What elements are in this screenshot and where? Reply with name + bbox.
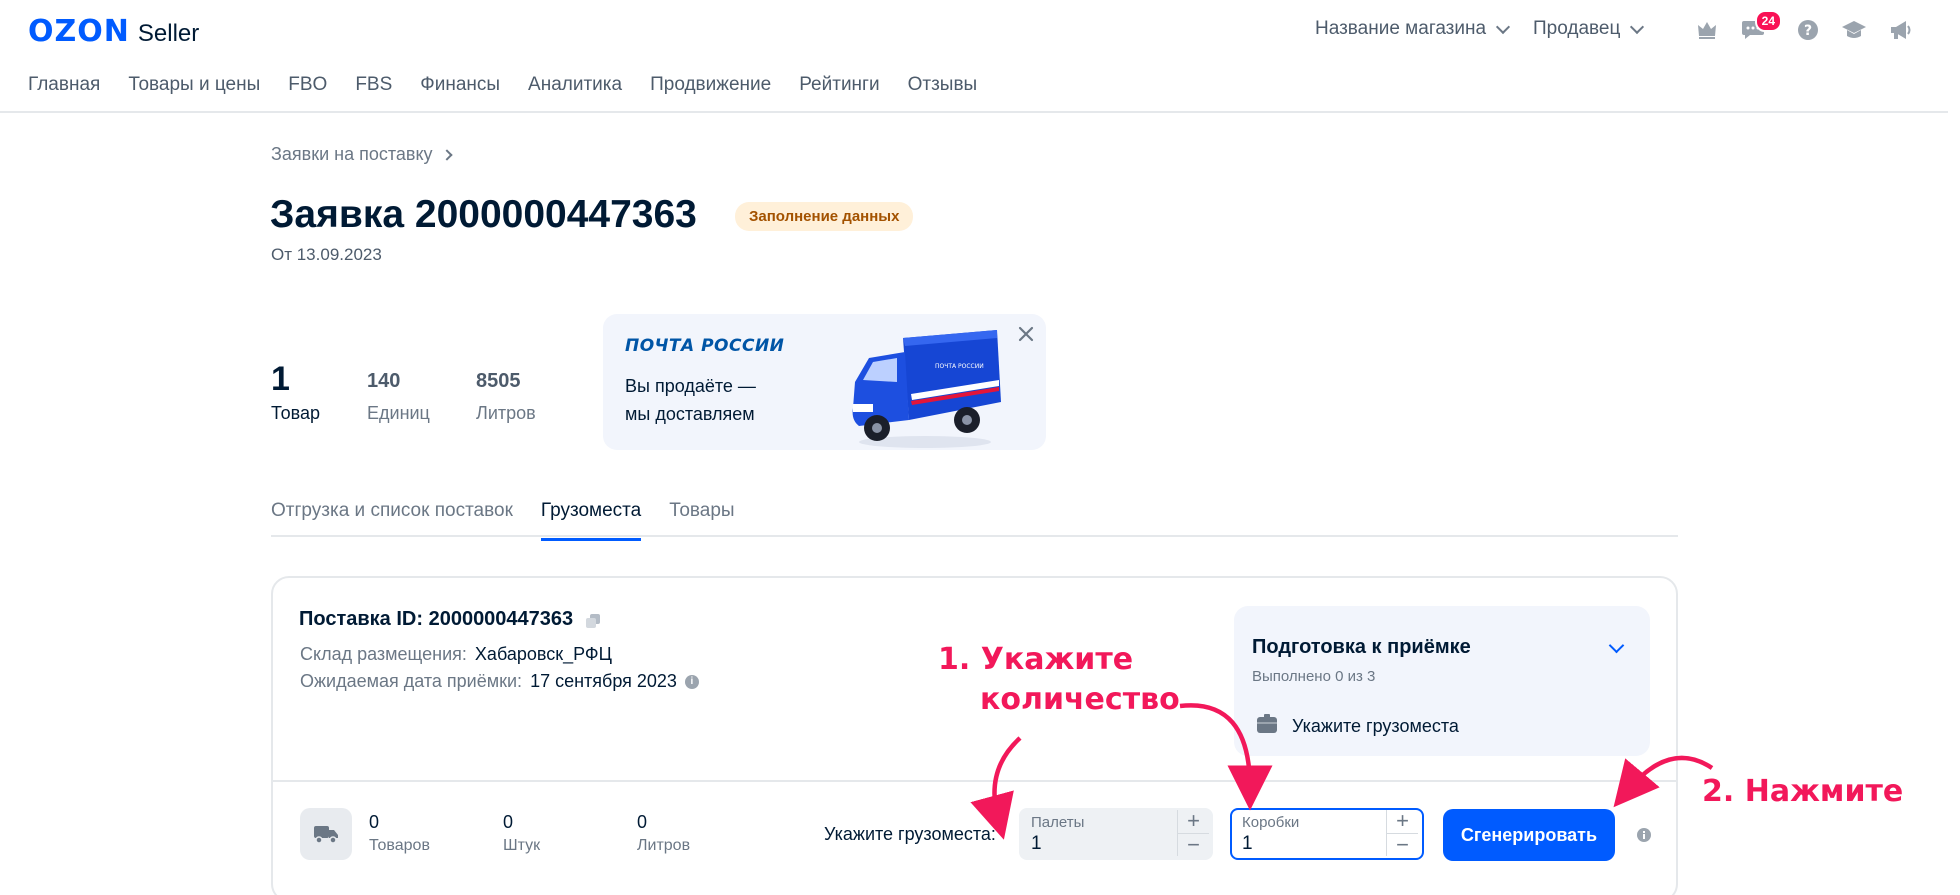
pallets-input[interactable]: 1 xyxy=(1031,833,1042,855)
ozon-seller-logo[interactable]: OZON Seller xyxy=(28,14,199,49)
crown-icon[interactable] xyxy=(1694,17,1720,43)
supply-id-text: Поставка ID: 2000000447363 xyxy=(299,608,574,630)
nav-item-finance[interactable]: Финансы xyxy=(420,74,500,96)
nav-item-fbo[interactable]: FBO xyxy=(288,74,327,96)
truck-icon xyxy=(300,808,352,860)
preparation-step-label: Укажите грузоместа xyxy=(1292,716,1459,736)
promo-line: Вы продаёте — xyxy=(625,376,756,396)
truck-label: ПОЧТА РОССИИ xyxy=(935,363,984,370)
tabs-divider xyxy=(271,535,1678,537)
nav-divider xyxy=(0,111,1948,113)
info-icon[interactable] xyxy=(1636,827,1652,848)
boxes-controls: + − xyxy=(1386,810,1418,856)
boxes-stepper[interactable]: Коробки 1 + − xyxy=(1230,808,1424,860)
pallets-stepper[interactable]: Палеты 1 + − xyxy=(1019,808,1213,860)
count-liters: 0 Литров xyxy=(637,812,690,855)
pallets-controls: + − xyxy=(1177,810,1209,856)
annotation-step1: количество xyxy=(980,682,1180,717)
page-title: Заявка 2000000447363 xyxy=(270,193,697,236)
chevron-right-icon xyxy=(440,148,453,161)
stat-label: Единиц xyxy=(367,403,430,423)
nav-item-promotion[interactable]: Продвижение xyxy=(650,74,771,96)
supply-id: Поставка ID: 2000000447363 xyxy=(299,608,601,631)
generate-button[interactable]: Сгенерировать xyxy=(1443,809,1615,861)
megaphone-icon[interactable] xyxy=(1888,17,1914,43)
annotation-step2: 2. Нажмите xyxy=(1702,774,1904,809)
messages-badge: 24 xyxy=(1754,10,1782,32)
acceptance-date-line: Ожидаемая дата приёмки: 17 сентября 2023… xyxy=(300,671,699,692)
chevron-down-icon[interactable] xyxy=(1608,637,1625,654)
count-value: 0 xyxy=(369,812,380,832)
boxes-label: Коробки xyxy=(1242,814,1300,831)
help-icon[interactable]: ? xyxy=(1795,17,1821,43)
nav-item-home[interactable]: Главная xyxy=(28,74,100,96)
chevron-down-icon xyxy=(1496,19,1511,34)
chat-icon[interactable]: 24 xyxy=(1740,10,1782,43)
card-divider xyxy=(273,780,1676,782)
warehouse-label: Склад размещения: xyxy=(300,644,467,664)
count-label: Штук xyxy=(503,837,541,854)
info-icon[interactable]: i xyxy=(684,674,699,689)
breadcrumb-link[interactable]: Заявки на поставку xyxy=(271,144,433,165)
nav-item-analytics[interactable]: Аналитика xyxy=(528,74,622,96)
stat-products: 1 Товар xyxy=(271,360,320,424)
preparation-panel[interactable]: Подготовка к приёмке Выполнено 0 из 3 Ук… xyxy=(1234,606,1650,756)
preparation-title: Подготовка к приёмке xyxy=(1252,636,1471,658)
nav-item-reviews[interactable]: Отзывы xyxy=(908,74,978,96)
copy-icon[interactable] xyxy=(585,612,601,628)
acceptance-date-label: Ожидаемая дата приёмки: xyxy=(300,671,523,691)
count-value: 0 xyxy=(637,812,648,832)
status-badge: Заполнение данных xyxy=(735,202,914,231)
minus-icon[interactable]: − xyxy=(1387,833,1418,856)
role-name: Продавец xyxy=(1533,18,1621,39)
count-value: 0 xyxy=(503,812,514,832)
preparation-progress: Выполнено 0 из 3 xyxy=(1252,668,1376,685)
box-icon xyxy=(1256,714,1278,739)
stat-value: 1 xyxy=(271,360,290,398)
logo-product: Seller xyxy=(137,20,200,47)
stat-units: 140 Единиц xyxy=(367,370,430,424)
plus-icon[interactable]: + xyxy=(1387,810,1418,833)
svg-text:?: ? xyxy=(1804,23,1812,39)
count-label: Литров xyxy=(637,837,691,854)
count-label: Товаров xyxy=(369,837,430,854)
breadcrumb[interactable]: Заявки на поставку xyxy=(271,144,453,165)
education-icon[interactable] xyxy=(1841,17,1867,43)
role-selector[interactable]: Продавец xyxy=(1533,18,1645,40)
preparation-step: Укажите грузоместа xyxy=(1256,714,1459,739)
boxes-input[interactable]: 1 xyxy=(1242,833,1253,855)
promo-line: мы доставляем xyxy=(625,404,755,424)
cargo-label: Укажите грузоместа: xyxy=(824,824,996,844)
stat-label: Литров xyxy=(476,403,536,423)
annotation-step1: 1. Укажите xyxy=(938,642,1134,677)
warehouse-value: Хабаровск_РФЦ xyxy=(474,644,612,664)
logo-brand: OZON xyxy=(28,14,130,49)
stat-value: 8505 xyxy=(476,370,521,392)
plus-icon[interactable]: + xyxy=(1178,810,1209,833)
count-products: 0 Товаров xyxy=(369,812,430,855)
main-nav: Главная Товары и цены FBO FBS Финансы Ан… xyxy=(28,74,977,96)
stat-liters: 8505 Литров xyxy=(476,370,536,424)
nav-item-ratings[interactable]: Рейтинги xyxy=(799,74,879,96)
pallets-label: Палеты xyxy=(1031,814,1085,831)
promo-banner[interactable]: ПОЧТА РОССИИ Вы продаёте — мы доставляем… xyxy=(603,314,1046,450)
top-bar: OZON Seller Название магазина Продавец 2… xyxy=(0,0,1960,60)
promo-text: Вы продаёте — мы доставляем xyxy=(625,372,756,428)
chevron-down-icon xyxy=(1630,19,1645,34)
promo-brand: ПОЧТА РОССИИ xyxy=(625,336,785,356)
nav-item-fbs[interactable]: FBS xyxy=(355,74,392,96)
store-name: Название магазина xyxy=(1315,18,1487,39)
truck-illustration: ПОЧТА РОССИИ xyxy=(847,324,1007,450)
stat-value: 140 xyxy=(367,370,401,392)
stat-label: Товар xyxy=(271,403,320,423)
store-selector[interactable]: Название магазина xyxy=(1315,18,1511,40)
order-date: От 13.09.2023 xyxy=(271,245,382,264)
nav-item-products[interactable]: Товары и цены xyxy=(128,74,260,96)
count-pieces: 0 Штук xyxy=(503,812,540,855)
close-icon[interactable] xyxy=(1016,324,1036,344)
warehouse-line: Склад размещения: Хабаровск_РФЦ xyxy=(300,644,612,665)
acceptance-date-value: 17 сентября 2023 xyxy=(530,671,677,691)
minus-icon[interactable]: − xyxy=(1178,833,1209,856)
